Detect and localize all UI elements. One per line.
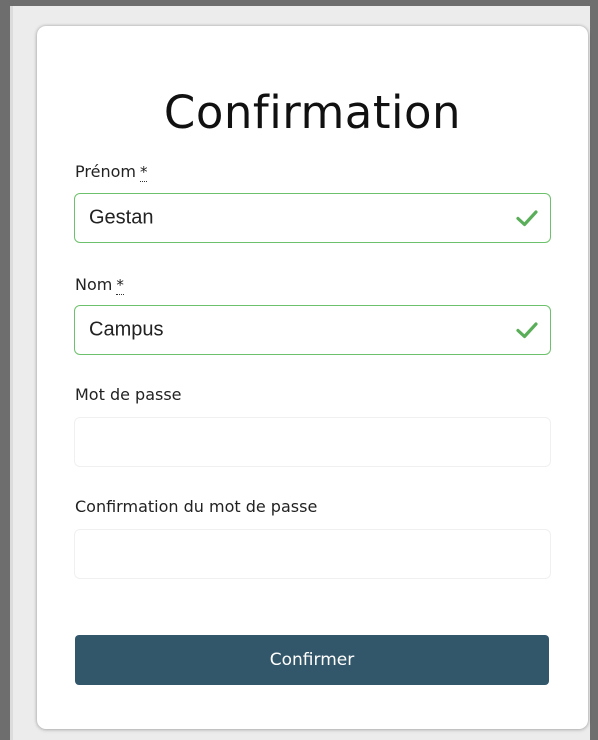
window-edge-left (0, 0, 10, 740)
required-marker: * (116, 276, 124, 295)
window-edge-right (590, 0, 598, 740)
first-name-value: Gestan (89, 206, 154, 229)
window-inner-edge (10, 6, 13, 740)
last-name-label-text: Nom (75, 275, 113, 294)
last-name-label: Nom * (75, 275, 124, 295)
check-icon (516, 210, 538, 227)
last-name-field[interactable]: Campus (74, 305, 551, 355)
confirm-button[interactable]: Confirmer (75, 635, 549, 685)
confirmation-card: Confirmation Prénom * Gestan Nom * Campus … (37, 26, 588, 729)
confirm-password-label-text: Confirmation du mot de passe (75, 497, 318, 516)
password-field[interactable] (74, 417, 551, 467)
check-icon (516, 322, 538, 339)
first-name-label-text: Prénom (75, 162, 136, 181)
first-name-field[interactable]: Gestan (74, 193, 551, 243)
window-edge-top (0, 0, 598, 6)
confirm-password-label: Confirmation du mot de passe (75, 499, 317, 515)
first-name-label: Prénom * (75, 162, 148, 182)
page-title: Confirmation (163, 86, 462, 139)
required-marker: * (139, 163, 148, 182)
confirm-password-field[interactable] (74, 529, 551, 579)
last-name-value: Campus (89, 318, 164, 341)
password-label: Mot de passe (75, 387, 182, 403)
password-label-text: Mot de passe (75, 385, 182, 404)
